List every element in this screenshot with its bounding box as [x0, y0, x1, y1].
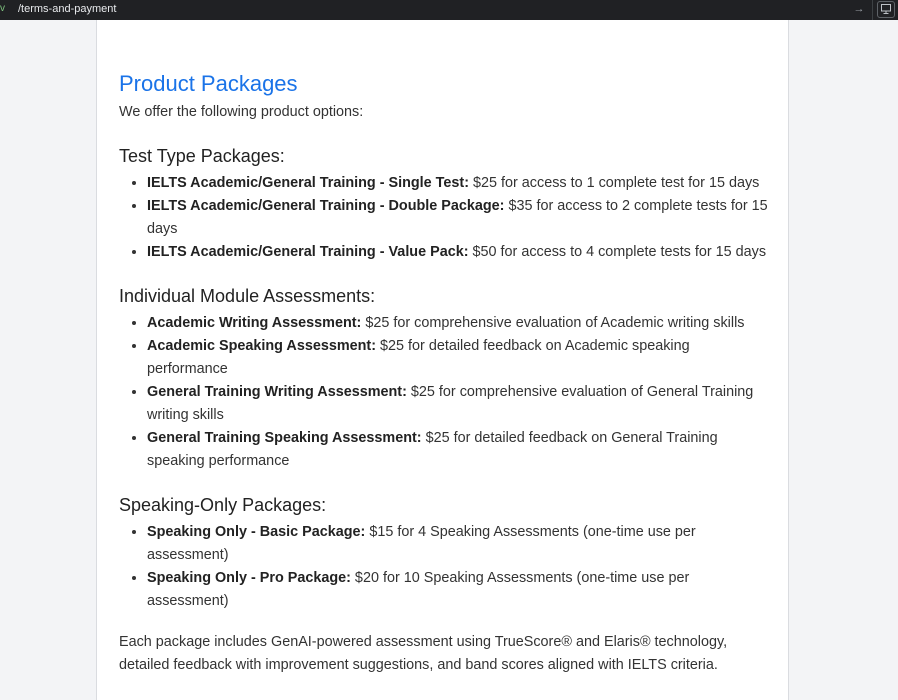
monitor-icon[interactable] — [877, 1, 895, 18]
module-assessment-list: Academic Writing Assessment: $25 for com… — [119, 312, 771, 473]
list-item: Academic Writing Assessment: $25 for com… — [147, 312, 771, 335]
list-item: Speaking Only - Basic Package: $15 for 4… — [147, 521, 771, 567]
package-desc: $25 for access to 1 complete test for 15… — [469, 175, 760, 191]
section-heading-module: Individual Module Assessments: — [119, 286, 376, 306]
browser-address-bar: v /terms-and-payment → — [0, 0, 898, 20]
section-heading-test-type: Test Type Packages: — [119, 146, 285, 166]
package-name: General Training Speaking Assessment: — [147, 430, 422, 446]
content-card: Product Packages We offer the following … — [96, 20, 789, 700]
toolbar-divider — [872, 0, 873, 20]
page-title: Product Packages — [119, 71, 298, 96]
list-item: General Training Speaking Assessment: $2… — [147, 427, 771, 473]
speaking-only-list: Speaking Only - Basic Package: $15 for 4… — [119, 521, 771, 613]
list-item: IELTS Academic/General Training - Single… — [147, 172, 771, 195]
package-desc: $50 for access to 4 complete tests for 1… — [468, 244, 767, 260]
list-item: General Training Writing Assessment: $25… — [147, 381, 771, 427]
package-desc: $25 for comprehensive evaluation of Acad… — [361, 315, 745, 331]
list-item: IELTS Academic/General Training - Double… — [147, 195, 771, 241]
package-name: General Training Writing Assessment: — [147, 384, 407, 400]
url-path[interactable]: /terms-and-payment — [18, 2, 116, 16]
package-name: Academic Speaking Assessment: — [147, 338, 377, 354]
intro-text: We offer the following product options: — [119, 104, 364, 120]
terms-content: Product Packages We offer the following … — [119, 70, 771, 677]
list-item: Speaking Only - Pro Package: $20 for 10 … — [147, 567, 771, 613]
package-name: Academic Writing Assessment: — [147, 315, 362, 331]
package-name: IELTS Academic/General Training - Single… — [147, 175, 469, 191]
package-name: IELTS Academic/General Training - Double… — [147, 198, 505, 214]
section-heading-speaking: Speaking-Only Packages: — [119, 495, 327, 515]
list-item: IELTS Academic/General Training - Value … — [147, 241, 771, 264]
package-footer-note: Each package includes GenAI-powered asse… — [119, 634, 728, 673]
address-left-glyph: v — [0, 3, 5, 14]
test-type-list: IELTS Academic/General Training - Single… — [119, 172, 771, 264]
package-name: Speaking Only - Basic Package: — [147, 524, 366, 540]
package-name: IELTS Academic/General Training - Value … — [147, 244, 469, 260]
package-name: Speaking Only - Pro Package: — [147, 570, 351, 586]
arrow-right-icon[interactable]: → — [852, 2, 866, 16]
list-item: Academic Speaking Assessment: $25 for de… — [147, 335, 771, 381]
